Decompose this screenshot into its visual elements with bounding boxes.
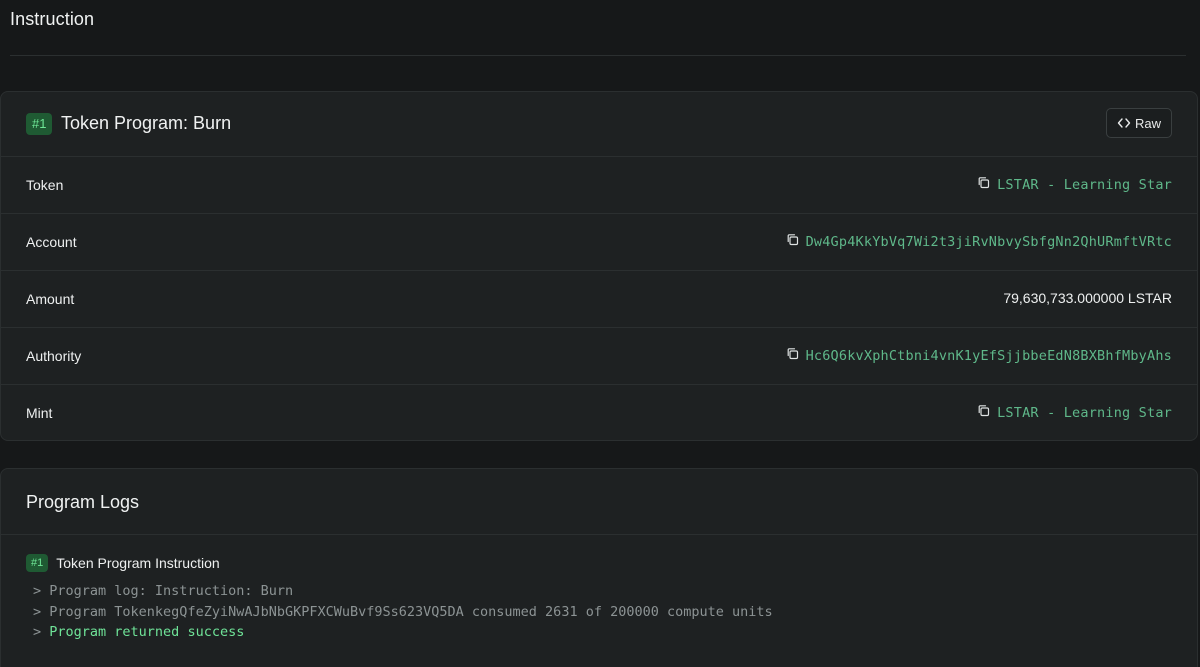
log-line: > Program TokenkegQfeZyiNwAJbNbGKPFXCWuB… bbox=[33, 602, 773, 623]
row-value: LSTAR - Learning Star bbox=[977, 404, 1172, 422]
copy-icon[interactable] bbox=[786, 233, 799, 251]
instruction-rows: Token LSTAR - Learning Star Account Dw4Gp4K… bbox=[1, 157, 1197, 442]
program-logs-header: Program Logs bbox=[1, 469, 1197, 535]
page: Instruction #1 Token Program: Burn Raw T… bbox=[0, 0, 1200, 667]
instruction-card: #1 Token Program: Burn Raw Token LSTAR - … bbox=[0, 91, 1198, 441]
row-value-text: 79,630,733.000000 LSTAR bbox=[1003, 290, 1172, 306]
log-group-title: Token Program Instruction bbox=[56, 555, 220, 571]
instruction-row-authority: Authority Hc6Q6kvXphCtbni4vnK1yEfSjjbbeEd… bbox=[1, 328, 1197, 385]
code-brackets-icon bbox=[1117, 118, 1131, 128]
section-header: Instruction bbox=[10, 0, 1186, 56]
log-group-header: #1 Token Program Instruction bbox=[26, 554, 220, 572]
row-value-link[interactable]: Dw4Gp4KkYbVq7Wi2t3jiRvNbvySbfgNn2QhURmft… bbox=[806, 234, 1172, 250]
row-label: Mint bbox=[26, 405, 53, 421]
row-value: Hc6Q6kvXphCtbni4vnK1yEfSjjbbeEdN8BXBhfMb… bbox=[786, 347, 1172, 365]
log-line-prefix: > bbox=[33, 603, 42, 620]
instruction-row-token: Token LSTAR - Learning Star bbox=[1, 157, 1197, 214]
raw-button[interactable]: Raw bbox=[1105, 108, 1172, 138]
row-value: 79,630,733.000000 LSTAR bbox=[1003, 290, 1172, 306]
log-line-text: Program TokenkegQfeZyiNwAJbNbGKPFXCWuBvf… bbox=[41, 603, 773, 620]
copy-icon[interactable] bbox=[977, 404, 990, 422]
instruction-row-amount: Amount 79,630,733.000000 LSTAR bbox=[1, 271, 1197, 328]
row-value-link[interactable]: LSTAR - Learning Star bbox=[997, 405, 1172, 421]
row-value-link[interactable]: LSTAR - Learning Star bbox=[997, 177, 1172, 193]
instruction-row-mint: Mint LSTAR - Learning Star bbox=[1, 385, 1197, 442]
copy-icon[interactable] bbox=[786, 347, 799, 365]
row-value-link[interactable]: Hc6Q6kvXphCtbni4vnK1yEfSjjbbeEdN8BXBhfMb… bbox=[806, 348, 1172, 364]
log-lines: > Program log: Instruction: Burn > Progra… bbox=[33, 581, 773, 643]
log-line-text: Program log: Instruction: Burn bbox=[41, 583, 294, 599]
log-group-badge: #1 bbox=[26, 554, 49, 572]
instruction-card-header: #1 Token Program: Burn Raw bbox=[1, 92, 1197, 157]
program-logs-card: Program Logs #1 Token Program Instructio… bbox=[0, 468, 1198, 667]
row-value: LSTAR - Learning Star bbox=[977, 176, 1172, 194]
row-value: Dw4Gp4KkYbVq7Wi2t3jiRvNbvySbfgNn2QhURmft… bbox=[786, 233, 1172, 251]
row-label: Token bbox=[26, 177, 64, 193]
section-title: Instruction bbox=[10, 9, 95, 29]
row-label: Amount bbox=[26, 291, 75, 307]
copy-icon[interactable] bbox=[977, 176, 990, 194]
log-line: > Program log: Instruction: Burn bbox=[33, 581, 773, 602]
row-label: Account bbox=[26, 234, 77, 250]
log-line-text: Program returned success bbox=[41, 624, 245, 640]
instruction-row-account: Account Dw4Gp4KkYbVq7Wi2t3jiRvNbvySbfgNn2… bbox=[1, 214, 1197, 271]
raw-button-label: Raw bbox=[1134, 115, 1161, 131]
log-line: > Program returned success bbox=[33, 622, 773, 643]
instruction-index-badge: #1 bbox=[26, 113, 53, 135]
log-line-prefix: > bbox=[33, 583, 42, 599]
instruction-title: Token Program: Burn bbox=[61, 113, 232, 133]
row-label: Authority bbox=[26, 348, 82, 364]
log-line-prefix: > bbox=[33, 624, 42, 640]
program-logs-title: Program Logs bbox=[26, 492, 140, 512]
